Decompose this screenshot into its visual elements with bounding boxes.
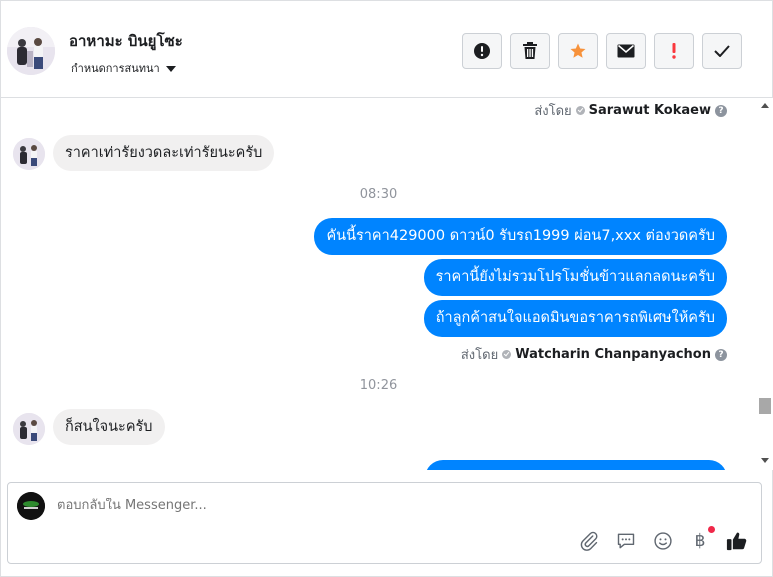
smiley-icon (654, 532, 672, 550)
message-thread[interactable]: ส่งโดย Sarawut Kokaew ? ราคาเท่ารัยงวดละ… (0, 98, 757, 470)
payment-button[interactable]: ฿ (688, 526, 715, 553)
mark-done-button[interactable] (702, 33, 742, 69)
report-spam-button[interactable] (462, 33, 502, 69)
baht-icon: ฿ (694, 531, 706, 551)
help-icon[interactable]: ? (715, 348, 727, 361)
outgoing-message[interactable]: ถ้าลูกค้าสนใจแอดมินขอราคารถพิเศษให้ครับ (423, 300, 727, 337)
page-avatar (17, 492, 45, 520)
trash-icon (523, 42, 537, 59)
contact-avatar[interactable] (7, 27, 55, 75)
contact-avatar-small[interactable] (13, 413, 45, 445)
mark-unread-button[interactable] (606, 33, 646, 69)
conversation-header: อาหามะ บินยูโซะ กำหนดการสนทนา (0, 0, 773, 98)
chat-bubble-icon (617, 533, 635, 549)
incoming-message[interactable]: ก็สนใจนะครับ (53, 409, 165, 445)
like-button[interactable] (725, 529, 749, 553)
incoming-message[interactable]: ราคาเท่ารัยงวดละเท่ารัยนะครับ (53, 135, 275, 171)
sent-by-line: ส่งโดย Sarawut Kokaew ? (534, 100, 727, 121)
notification-dot (708, 526, 715, 533)
conversation-label-text: กำหนดการสนทนา (71, 62, 160, 75)
composer-actions: ฿ (577, 526, 749, 553)
exclamation-icon (672, 43, 676, 59)
follow-up-button[interactable] (654, 33, 694, 69)
seen-check-icon (502, 350, 512, 359)
conversation-label-dropdown[interactable]: กำหนดการสนทนา (71, 59, 176, 77)
scrollbar-thumb[interactable] (759, 398, 771, 414)
star-icon (570, 43, 586, 58)
seen-check-icon (575, 106, 585, 115)
outgoing-message-partial[interactable] (425, 460, 727, 470)
emoji-button[interactable] (651, 529, 675, 553)
check-icon (714, 45, 730, 57)
attach-button[interactable] (577, 529, 601, 553)
caret-down-icon (165, 65, 176, 72)
exclamation-circle-icon (474, 43, 490, 59)
conversation-toolbar (462, 33, 742, 69)
contact-name[interactable]: อาหามะ บินยูโซะ (69, 29, 183, 53)
sender-name[interactable]: Sarawut Kokaew (589, 103, 711, 118)
scroll-up-arrow-icon[interactable] (761, 103, 769, 108)
reply-composer: ฿ (7, 482, 762, 564)
saved-replies-button[interactable] (614, 529, 638, 553)
sent-by-label: ส่งโดย (534, 104, 572, 119)
outgoing-message[interactable]: คันนี้ราคา429000 ดาวน์0 รับรถ1999 ผ่อน7,… (314, 218, 727, 255)
contact-avatar-small[interactable] (13, 138, 45, 170)
message-scrollbar[interactable] (757, 98, 773, 470)
reply-input[interactable] (57, 498, 657, 513)
paperclip-icon (580, 531, 598, 551)
sent-by-line: ส่งโดย Watcharin Chanpanyachon ? (461, 344, 727, 365)
timestamp: 08:30 (359, 187, 398, 202)
star-button[interactable] (558, 33, 598, 69)
scroll-down-arrow-icon[interactable] (761, 458, 769, 463)
envelope-icon (617, 44, 635, 58)
delete-button[interactable] (510, 33, 550, 69)
thumbs-up-icon (726, 532, 747, 551)
help-icon[interactable]: ? (715, 104, 727, 117)
timestamp: 10:26 (359, 378, 398, 393)
sent-by-label: ส่งโดย (460, 348, 499, 363)
outgoing-message[interactable]: ราคานี้ยังไม่รวมโปรโมชั่นข้าวแลกลดนะครับ (423, 259, 727, 296)
sender-name[interactable]: Watcharin Chanpanyachon (515, 347, 711, 362)
